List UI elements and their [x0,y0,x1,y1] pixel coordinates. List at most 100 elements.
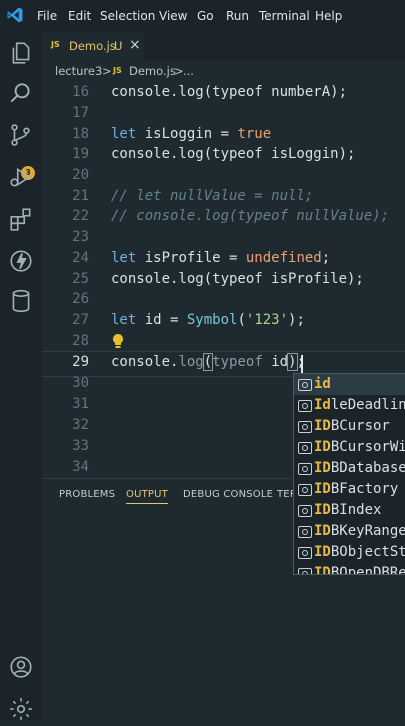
suggestion-label: IDBOpenDBRe [314,565,405,575]
close-icon[interactable]: × [129,37,141,53]
string-literal: '123' [245,312,289,328]
bracket-match: ) [287,353,298,371]
code-text: isLoggin = [136,126,238,142]
suggestion-item[interactable]: id [294,374,405,395]
menu-selection[interactable]: Selection [100,9,155,23]
line-number: 30 [72,375,89,391]
chevron-right-icon: > [102,64,112,78]
account-icon[interactable] [8,654,34,680]
variable-icon [298,568,312,574]
line-number: 34 [72,459,89,475]
menu-run[interactable]: Run [226,9,249,23]
keyword: let [111,126,137,142]
breadcrumb: lecture3 > JS Demo.js > ... [42,60,405,82]
variable-icon [298,484,312,496]
suggestion-label: IDBIndex [314,502,382,518]
js-file-icon: JS [113,66,122,75]
suggestion-label: IdleDeadlin [314,397,405,413]
keyword: let [111,250,137,266]
suggestion-item[interactable]: IDBObjectSt [294,542,405,563]
suggestion-item[interactable]: IDBCursor [294,416,405,437]
suggestion-label: IDBDatabase [314,460,405,476]
suggestion-label: IDBObjectSt [314,544,405,560]
bracket-match: ( [202,353,214,371]
lightbulb-icon[interactable] [111,332,125,350]
database-icon[interactable] [8,288,34,314]
explorer-icon[interactable] [8,40,34,66]
code-text: isProfile = [136,250,246,266]
activity-bar: 3 [0,32,42,720]
remote-icon[interactable] [8,248,34,274]
menu-help[interactable]: Help [315,9,342,23]
suggestion-item[interactable]: IDBDatabase [294,458,405,479]
suggestion-label: IDBFactory [314,481,399,497]
breadcrumb-folder[interactable]: lecture3 [55,64,102,78]
breadcrumb-file[interactable]: Demo.js [129,64,176,78]
suggestion-item[interactable]: IDBOpenDBRe [294,563,405,575]
line-number-current: 29 [72,354,89,370]
run-debug-icon[interactable] [8,164,34,190]
line-number: 23 [72,229,89,245]
code-text: ( [237,312,246,328]
variable-icon [298,547,312,559]
search-icon[interactable] [8,80,34,106]
vscode-logo-icon [7,7,23,23]
tab-debug-console[interactable]: DEBUG CONSOLE [183,489,273,500]
keyword: let [111,312,137,328]
variable-icon [298,526,312,538]
code-line: let isLoggin = true [111,126,271,142]
tab-demo-js[interactable]: JS Demo.js U × [42,32,144,60]
suggestion-item[interactable]: IDBKeyRange [294,521,405,542]
tab-problems[interactable]: PROBLEMS [59,489,115,500]
line-number: 17 [72,105,89,121]
line-number: 20 [72,167,89,183]
code-text: ); [288,312,305,328]
suggestion-label: IDBCursorWi [314,439,405,455]
tab-output[interactable]: OUTPUT [126,489,168,504]
suggestion-item[interactable]: IdleDeadlin [294,395,405,416]
code-line: let id = Symbol('123'); [111,312,305,328]
code-text: log [178,354,204,370]
suggestion-label: id [314,376,331,392]
menu-file[interactable]: File [37,9,57,23]
code-text: id [262,354,289,370]
tab-bar: JS Demo.js U × [42,32,405,60]
menu-go[interactable]: Go [197,9,214,23]
line-number: 27 [72,312,89,328]
line-number: 24 [72,250,89,266]
extensions-icon[interactable] [8,206,34,232]
function-name: Symbol [186,312,238,328]
tab-label: Demo.js [69,39,116,53]
code-text: id = [136,312,187,328]
menu-terminal[interactable]: Terminal [259,9,310,23]
code-line: console.log(typeof isProfile); [111,271,364,287]
line-number: 33 [72,438,89,454]
line-number: 31 [72,396,89,412]
code-line: let isProfile = undefined; [111,250,330,266]
variable-icon [298,505,312,517]
code-line: console.log(typeof numberA); [111,84,348,100]
settings-icon[interactable] [8,696,34,722]
variable-icon [298,463,312,475]
code-text: console [111,354,171,370]
suggestion-item[interactable]: IDBIndex [294,500,405,521]
line-number: 32 [72,417,89,433]
source-control-icon[interactable] [8,122,34,148]
suggestion-item[interactable]: IDBCursorWi [294,437,405,458]
line-number: 28 [72,333,89,349]
suggestion-label: IDBCursor [314,418,390,434]
line-number: 25 [72,271,89,287]
menu-edit[interactable]: Edit [68,9,91,23]
suggestion-widget[interactable]: id IdleDeadlin IDBCursor IDBCursorWi IDB… [293,373,405,575]
line-number: 22 [72,208,89,224]
breadcrumb-more[interactable]: ... [183,64,194,78]
code-line-current[interactable]: console.log(typeof id); [111,353,305,371]
line-number: 16 [72,84,89,100]
literal: true [237,126,272,142]
variable-icon [298,400,312,412]
suggestion-item[interactable]: IDBFactory [294,479,405,500]
modified-indicator: U [114,39,123,53]
line-number: 18 [72,126,89,142]
suggestion-label: IDBKeyRange [314,523,405,539]
menu-view[interactable]: View [159,9,187,23]
